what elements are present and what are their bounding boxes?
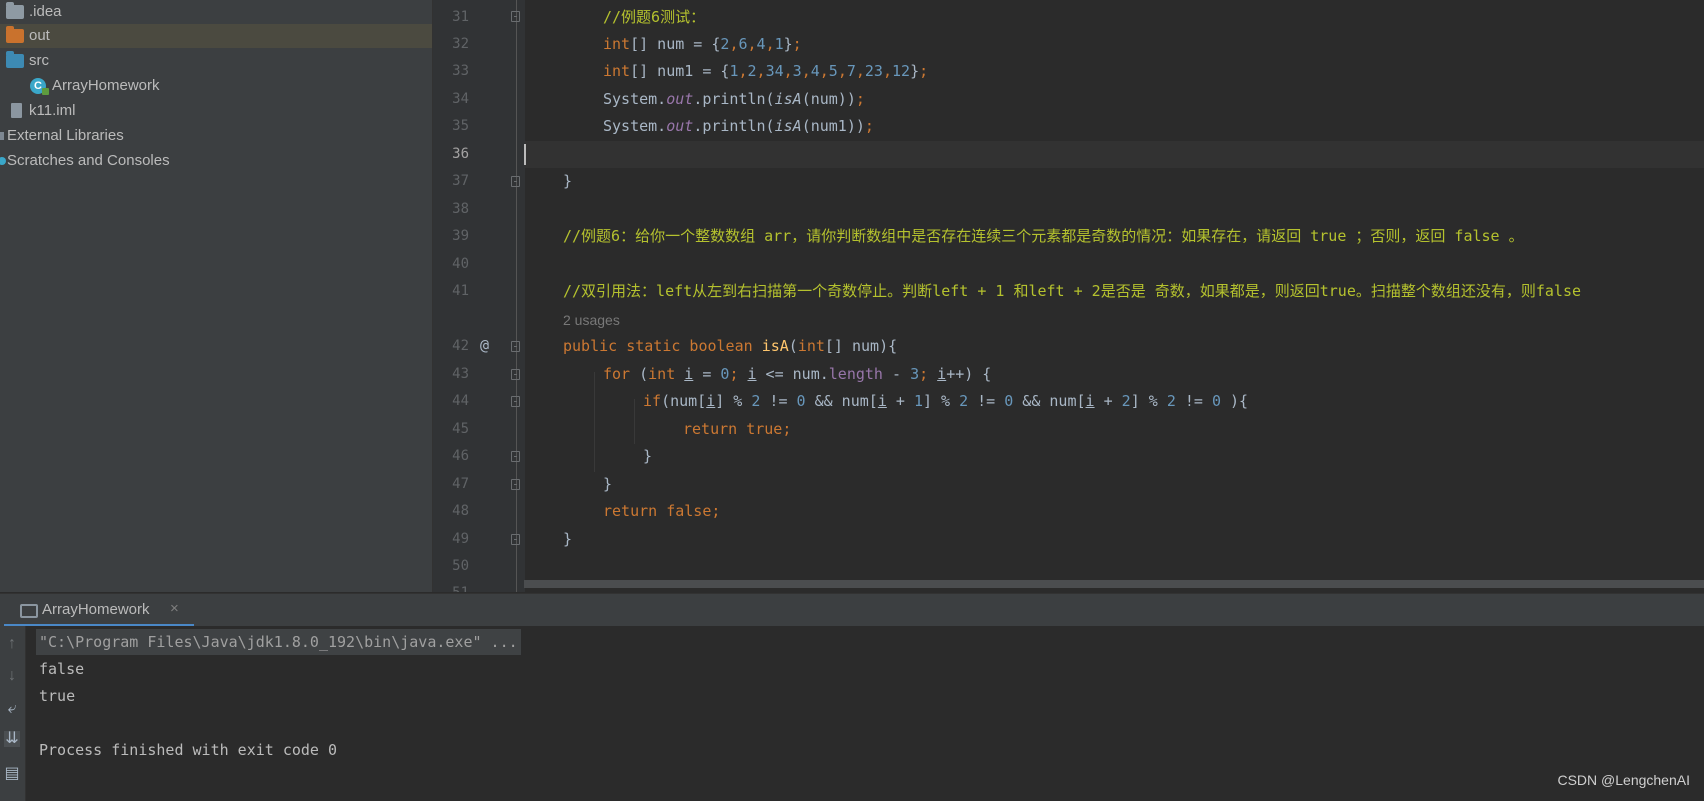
run-tool-window-header: ArrayHomework × — [0, 593, 1704, 627]
line-number: 48 — [452, 503, 469, 519]
tree-item-k11-iml[interactable]: k11.iml — [0, 99, 432, 123]
code-line-41: //双引用法：left从左到右扫描第一个奇数停止。判断left + 1 和lef… — [563, 282, 1582, 300]
code-line-49: } — [563, 530, 573, 548]
code-editor[interactable]: 31 32 33 34 35 36 37 38 39 40 41 42 43 4… — [433, 0, 1704, 592]
arrow-down-icon[interactable]: ↓ — [4, 668, 20, 684]
scratch-icon — [0, 157, 6, 165]
line-number: 44 — [452, 393, 469, 409]
code-line-44: if(num[i] % 2 != 0 && num[i + 1] % 2 != … — [643, 392, 1249, 410]
code-line-43: for (int i = 0; i <= num.length - 3; i++… — [603, 365, 992, 383]
tree-item-label: Scratches and Consoles — [7, 152, 170, 169]
line-number: 38 — [452, 201, 469, 217]
indent-guide — [594, 372, 595, 472]
fold-marker-icon[interactable] — [511, 341, 520, 352]
tree-item-label: External Libraries — [7, 127, 124, 144]
line-number: 34 — [452, 91, 469, 107]
tree-item-label: .idea — [29, 3, 62, 20]
line-number: 35 — [452, 118, 469, 134]
code-line-39: //例题6：给你一个整数数组 arr，请你判断数组中是否存在连续三个元素都是奇数… — [563, 227, 1524, 245]
watermark: CSDN @LengchenAI — [1557, 772, 1690, 788]
code-line-37: } — [563, 172, 573, 190]
line-number: 41 — [452, 283, 469, 299]
code-line-45: return true; — [683, 420, 792, 438]
arrow-up-icon[interactable]: ↑ — [4, 636, 20, 652]
console-line: true — [39, 687, 76, 705]
run-tab-label: ArrayHomework — [42, 601, 150, 618]
project-tool-window: .idea out src C ArrayHomework k11.iml Ex… — [0, 0, 433, 592]
module-file-icon — [11, 103, 22, 118]
run-tab-arrayhomework[interactable]: ArrayHomework × — [4, 594, 194, 627]
tree-item-external-libraries[interactable]: External Libraries — [0, 124, 432, 148]
tree-item-label: ArrayHomework — [52, 77, 160, 94]
text-caret — [524, 144, 526, 165]
code-line-33: int[] num1 = {1,2,34,3,4,5,7,23,12}; — [603, 62, 929, 80]
line-number: 37 — [452, 173, 469, 189]
fold-marker-icon[interactable] — [511, 369, 520, 380]
usages-hint[interactable]: 2 usages — [563, 312, 620, 328]
tree-item-scratches[interactable]: Scratches and Consoles — [0, 149, 432, 173]
line-number: 40 — [452, 256, 469, 272]
code-line-48: return false; — [603, 502, 721, 520]
source-folder-icon — [6, 51, 24, 68]
fold-marker-icon[interactable] — [511, 479, 520, 490]
soft-wrap-icon[interactable]: ⤶ — [4, 701, 20, 717]
code-line-42: public static boolean isA(int[] num){ — [563, 337, 898, 355]
editor-gutter: 31 32 33 34 35 36 37 38 39 40 41 42 43 4… — [433, 0, 525, 592]
fold-marker-icon[interactable] — [511, 176, 520, 187]
code-line-35: System.out.println(isA(num1)); — [603, 117, 874, 135]
indent-guide — [634, 399, 635, 444]
line-number: 31 — [452, 9, 469, 25]
tree-item-label: k11.iml — [29, 102, 76, 119]
tree-item-idea[interactable]: .idea — [0, 0, 432, 24]
code-line-32: int[] num = {2,6,4,1}; — [603, 35, 802, 53]
close-icon[interactable]: × — [170, 600, 179, 617]
tree-item-out[interactable]: out — [0, 24, 432, 48]
line-number: 42 — [452, 338, 469, 354]
code-line-47: } — [603, 475, 613, 493]
line-number: 33 — [452, 63, 469, 79]
code-line-31: //例题6测试： — [603, 8, 706, 26]
line-number: 45 — [452, 421, 469, 437]
console-output[interactable]: "C:\Program Files\Java\jdk1.8.0_192\bin\… — [26, 626, 1704, 801]
folder-icon — [6, 26, 24, 43]
line-number: 47 — [452, 476, 469, 492]
console-command-line: "C:\Program Files\Java\jdk1.8.0_192\bin\… — [36, 629, 521, 655]
run-toolbar: ↑ ↓ ⤶ ⇊ ▤ — [0, 626, 26, 801]
code-line-34: System.out.println(isA(num)); — [603, 90, 865, 108]
line-number: 50 — [452, 558, 469, 574]
override-marker-icon[interactable]: @ — [480, 336, 489, 354]
scroll-to-end-icon[interactable]: ⇊ — [4, 731, 20, 747]
fold-marker-icon[interactable] — [511, 11, 520, 22]
line-number: 49 — [452, 531, 469, 547]
gutter-separator — [516, 0, 517, 592]
folder-icon — [6, 2, 24, 19]
line-number: 39 — [452, 228, 469, 244]
code-line-46: } — [643, 447, 653, 465]
library-icon — [0, 132, 4, 140]
console-line: false — [39, 660, 85, 678]
line-number-current: 36 — [452, 146, 469, 162]
fold-marker-icon[interactable] — [511, 396, 520, 407]
line-number: 46 — [452, 448, 469, 464]
horizontal-scrollbar[interactable] — [524, 580, 1704, 588]
console-line: Process finished with exit code 0 — [39, 741, 338, 759]
tree-item-src[interactable]: src — [0, 49, 432, 73]
line-number: 51 — [433, 580, 469, 592]
tree-item-label: src — [29, 52, 49, 69]
line-number: 43 — [452, 366, 469, 382]
line-number: 32 — [452, 36, 469, 52]
fold-marker-icon[interactable] — [511, 451, 520, 462]
tree-item-arrayhomework[interactable]: C ArrayHomework — [0, 74, 432, 98]
print-icon[interactable]: ▤ — [4, 766, 20, 782]
console-icon — [20, 604, 38, 618]
current-line-highlight — [525, 141, 1704, 168]
java-class-icon: C — [30, 78, 49, 95]
tree-item-label: out — [29, 27, 50, 44]
fold-marker-icon[interactable] — [511, 534, 520, 545]
